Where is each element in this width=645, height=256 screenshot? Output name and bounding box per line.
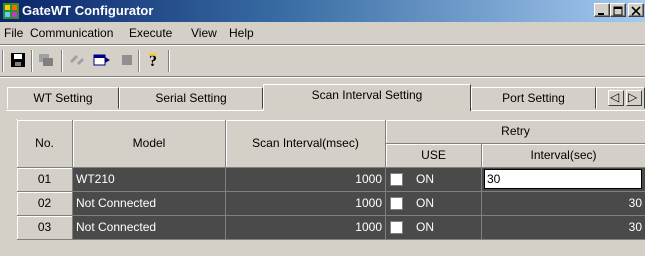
scan-interval-grid: No. Model Scan Interval(msec) Retry USE … bbox=[16, 119, 645, 240]
use-value: ON bbox=[416, 220, 434, 234]
scan-interval-cell[interactable]: 1000 bbox=[226, 168, 386, 192]
row-number: 01 bbox=[17, 168, 73, 192]
save-icon[interactable] bbox=[9, 51, 27, 69]
checkbox-icon[interactable] bbox=[390, 221, 403, 234]
stop-icon[interactable] bbox=[118, 51, 136, 69]
header-retry[interactable]: Retry bbox=[386, 120, 645, 144]
help-icon[interactable]: ? bbox=[144, 51, 162, 69]
maximize-button[interactable] bbox=[610, 3, 626, 17]
menu-help[interactable]: Help bbox=[229, 26, 254, 40]
toolbar-separator bbox=[31, 50, 33, 72]
connect-icon[interactable] bbox=[68, 51, 86, 69]
tab-scroll-left-icon: ◁ bbox=[610, 90, 620, 104]
tab-scroll-left-button[interactable]: ◁ bbox=[608, 90, 624, 106]
interval-edit-field[interactable]: 30 bbox=[484, 169, 642, 189]
model-cell[interactable]: WT210 bbox=[73, 168, 226, 192]
run-icon[interactable] bbox=[93, 51, 111, 69]
header-use[interactable]: USE bbox=[386, 144, 482, 168]
row-number: 02 bbox=[17, 192, 73, 216]
use-cell[interactable]: ON bbox=[386, 216, 482, 240]
tab-port-setting[interactable]: Port Setting bbox=[471, 87, 596, 109]
menu-communication[interactable]: Communication bbox=[30, 26, 113, 40]
header-no[interactable]: No. bbox=[17, 120, 73, 168]
scan-interval-cell[interactable]: 1000 bbox=[226, 192, 386, 216]
tab-scan-interval-setting[interactable]: Scan Interval Setting bbox=[263, 84, 471, 111]
tab-scroll-right-icon: ▷ bbox=[628, 90, 638, 104]
toolbar-separator bbox=[61, 50, 63, 72]
row-number: 03 bbox=[17, 216, 73, 240]
toolbar-grip bbox=[2, 50, 4, 72]
header-interval[interactable]: Interval(sec) bbox=[482, 144, 645, 168]
app-icon bbox=[3, 3, 19, 19]
interval-cell[interactable]: 30 bbox=[482, 168, 645, 192]
use-cell[interactable]: ON bbox=[386, 192, 482, 216]
tab-wt-setting[interactable]: WT Setting bbox=[7, 87, 119, 109]
interval-cell[interactable]: 30 bbox=[482, 216, 645, 240]
use-value: ON bbox=[416, 172, 434, 186]
menu-bar: File Communication Execute View Help bbox=[0, 22, 645, 44]
interval-cell[interactable]: 30 bbox=[482, 192, 645, 216]
toolbar-separator bbox=[138, 50, 140, 72]
menu-file[interactable]: File bbox=[4, 26, 23, 40]
title-bar[interactable]: GateWT Configurator bbox=[0, 0, 645, 22]
tab-serial-setting[interactable]: Serial Setting bbox=[119, 87, 263, 109]
window-title: GateWT Configurator bbox=[22, 3, 154, 18]
maximize-icon bbox=[613, 6, 623, 16]
scan-interval-cell[interactable]: 1000 bbox=[226, 216, 386, 240]
toolbar: ? bbox=[0, 46, 645, 74]
minimize-icon bbox=[598, 13, 604, 15]
model-cell[interactable]: Not Connected bbox=[73, 216, 226, 240]
checkbox-icon[interactable] bbox=[390, 173, 403, 186]
close-icon bbox=[631, 6, 641, 16]
menu-view[interactable]: View bbox=[191, 26, 217, 40]
tab-scroll-right-button[interactable]: ▷ bbox=[626, 90, 642, 106]
header-model[interactable]: Model bbox=[73, 120, 226, 168]
menu-execute[interactable]: Execute bbox=[129, 26, 172, 40]
checkbox-icon[interactable] bbox=[390, 197, 403, 210]
transfer-icon[interactable] bbox=[37, 51, 55, 69]
header-scan-interval[interactable]: Scan Interval(msec) bbox=[226, 120, 386, 168]
minimize-button[interactable] bbox=[594, 3, 610, 17]
toolbar-divider bbox=[0, 76, 645, 78]
toolbar-separator bbox=[168, 50, 170, 72]
close-button[interactable] bbox=[628, 3, 644, 17]
use-value: ON bbox=[416, 196, 434, 210]
tab-strip: WT Setting Serial Setting Scan Interval … bbox=[0, 82, 645, 122]
model-cell[interactable]: Not Connected bbox=[73, 192, 226, 216]
use-cell[interactable]: ON bbox=[386, 168, 482, 192]
